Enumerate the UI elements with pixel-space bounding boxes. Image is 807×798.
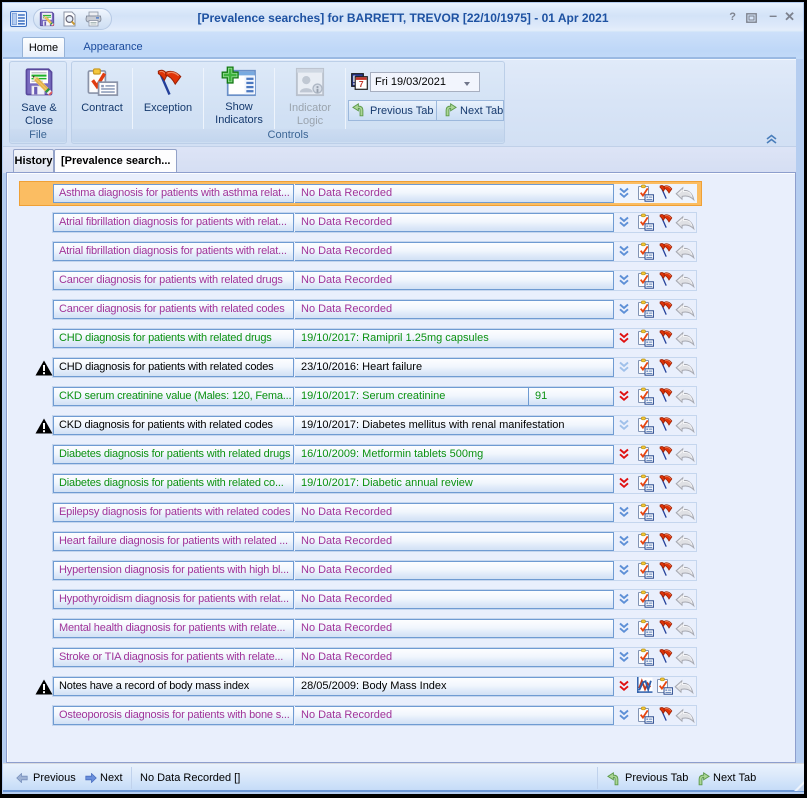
svg-text:7: 7 — [359, 79, 364, 89]
